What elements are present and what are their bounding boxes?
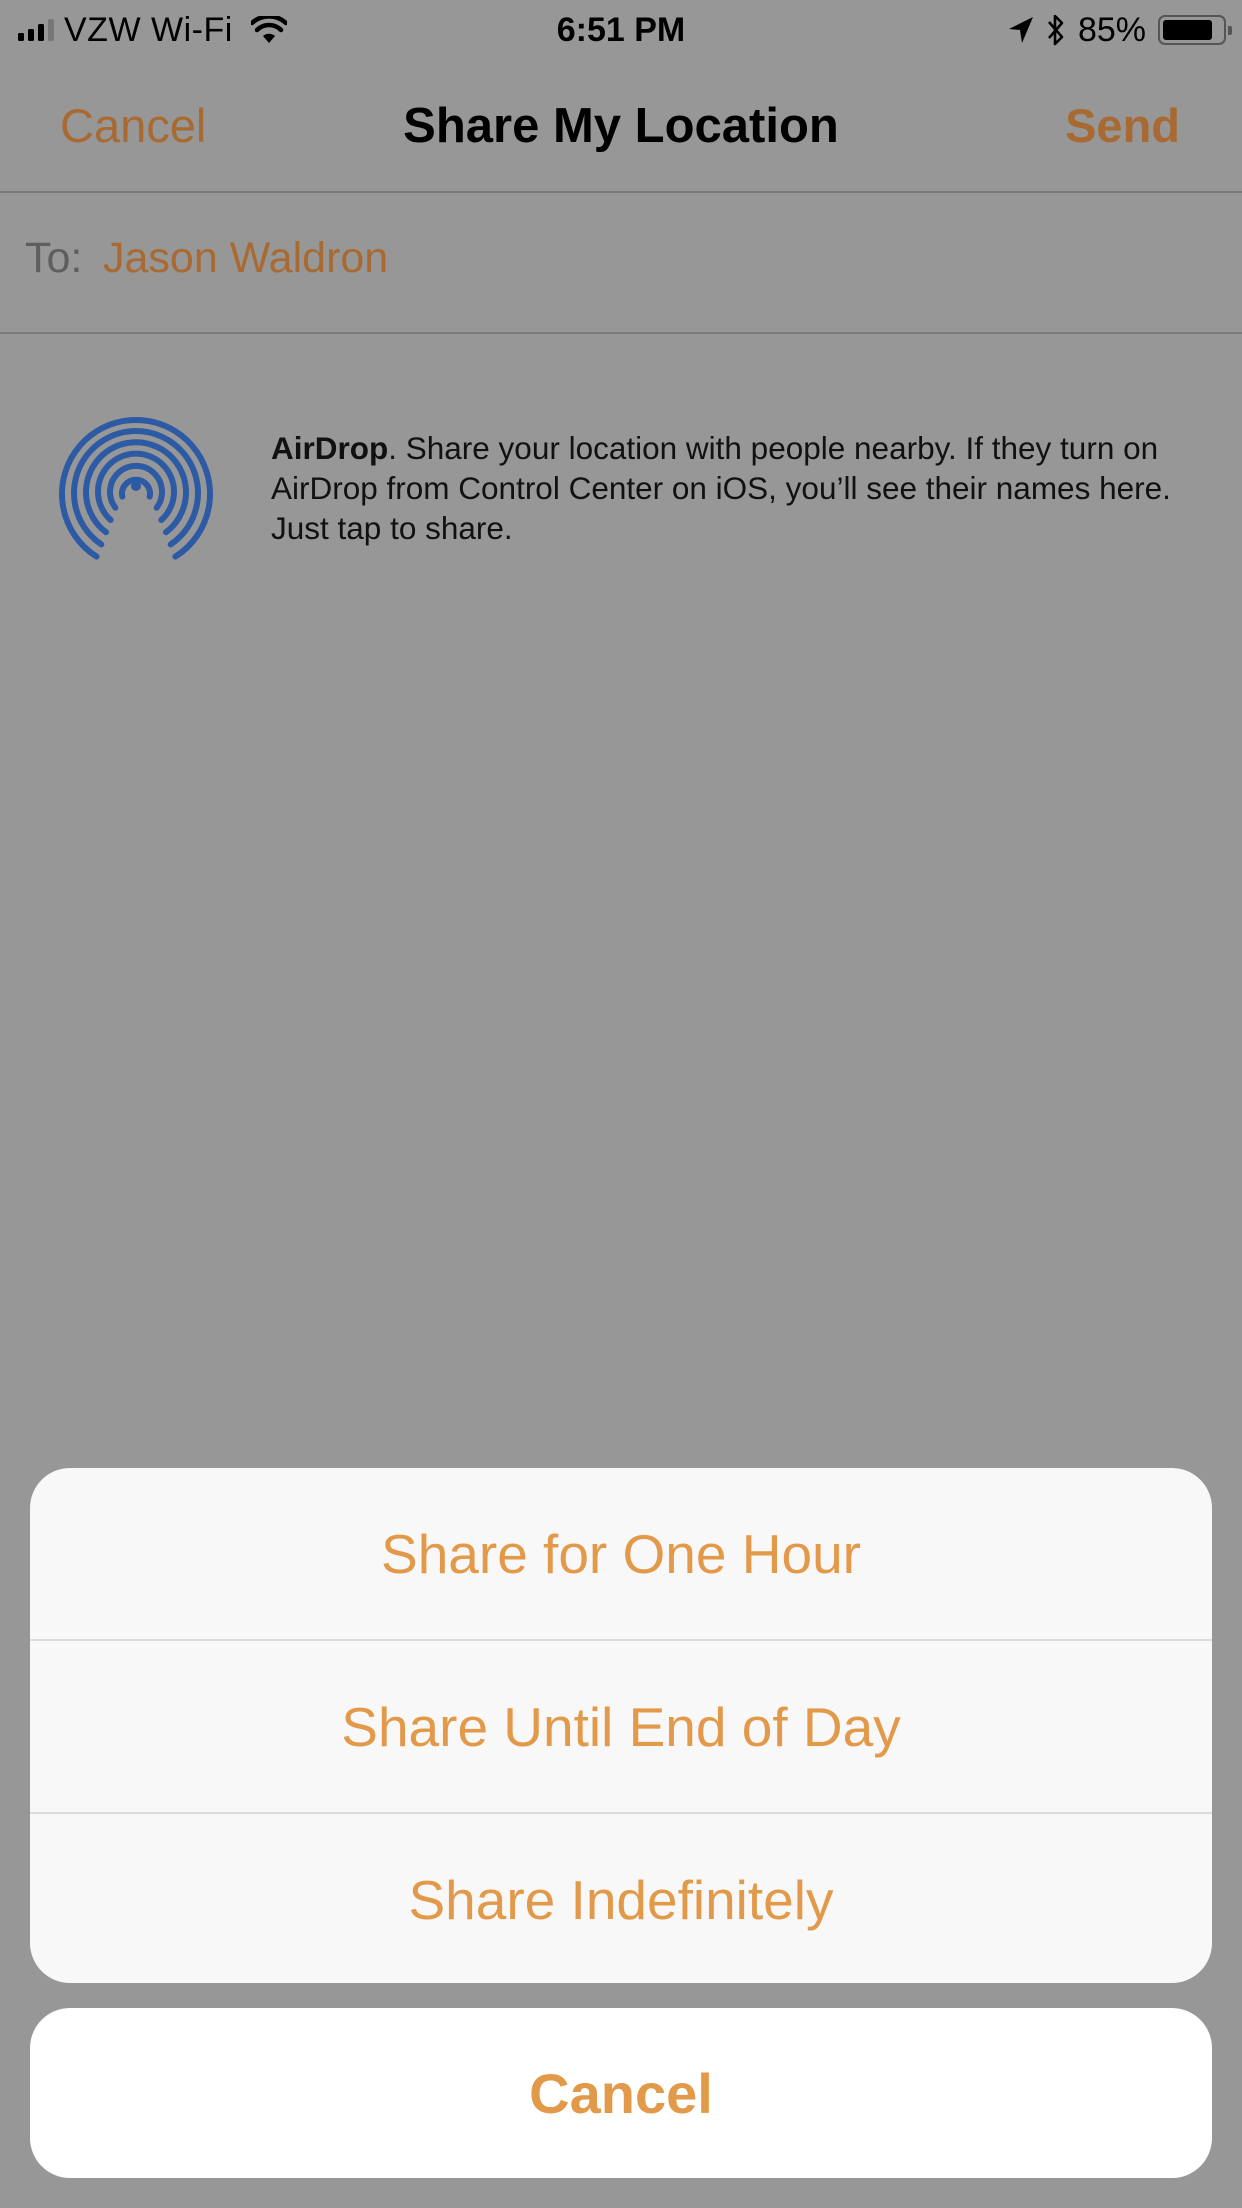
airdrop-icon	[59, 416, 213, 560]
battery-percentage: 85%	[1077, 10, 1146, 49]
share-end-of-day-button[interactable]: Share Until End of Day	[30, 1639, 1212, 1812]
status-right: 85%	[1008, 8, 1232, 52]
battery-icon	[1158, 15, 1232, 45]
battery-fill	[1163, 20, 1212, 40]
recipient-divider	[0, 332, 1242, 334]
battery-nub	[1228, 26, 1232, 35]
status-bar: VZW Wi-Fi 6:51 PM 85%	[0, 0, 1242, 62]
airdrop-description: AirDrop. Share your location with people…	[271, 428, 1191, 548]
airdrop-section: AirDrop. Share your location with people…	[0, 400, 1242, 570]
action-sheet: Share for One Hour Share Until End of Da…	[30, 1468, 1212, 1983]
nav-divider	[0, 191, 1242, 193]
share-one-hour-button[interactable]: Share for One Hour	[30, 1468, 1212, 1639]
airdrop-body: . Share your location with people nearby…	[271, 430, 1171, 546]
airdrop-title: AirDrop	[271, 430, 389, 466]
recipient-field[interactable]: To: Jason Waldron	[0, 194, 1242, 332]
page-title: Share My Location	[403, 99, 839, 153]
bluetooth-icon	[1047, 14, 1064, 46]
navigation-bar: Cancel Share My Location Send	[0, 62, 1242, 192]
share-indefinitely-button[interactable]: Share Indefinitely	[30, 1812, 1212, 1983]
recipient-name[interactable]: Jason Waldron	[103, 234, 388, 283]
send-button[interactable]: Send	[1065, 98, 1180, 153]
to-label: To:	[25, 234, 83, 282]
action-sheet-cancel-button[interactable]: Cancel	[30, 2008, 1212, 2178]
location-arrow-icon	[1008, 17, 1033, 43]
